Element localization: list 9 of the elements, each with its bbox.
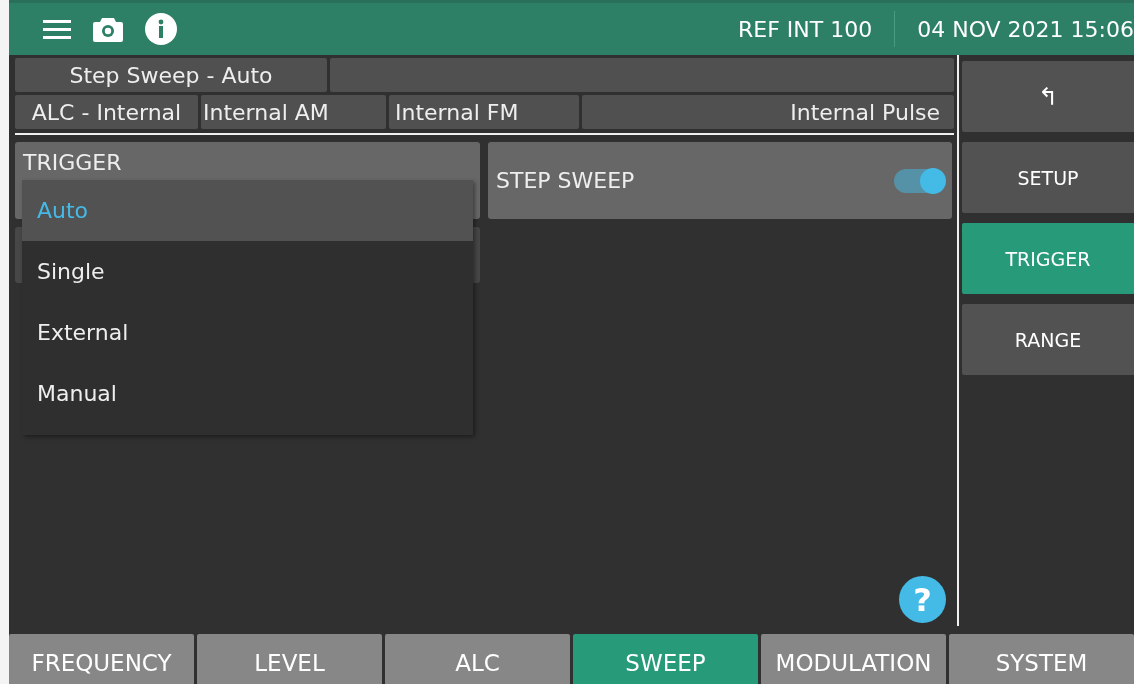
step-sweep-label: STEP SWEEP xyxy=(496,168,635,193)
status-cell: Step Sweep - Auto xyxy=(15,58,327,92)
status-cell: Internal AM xyxy=(201,95,386,129)
trigger-label: TRIGGER xyxy=(23,150,122,175)
status-cell: ALC - Internal xyxy=(15,95,198,129)
reference-status: REF INT 100 xyxy=(738,16,873,42)
status-cell: Internal Pulse xyxy=(582,95,954,129)
date-time: 04 NOV 2021 15:06 xyxy=(917,16,1134,42)
status-cell: Internal FM xyxy=(389,95,579,129)
